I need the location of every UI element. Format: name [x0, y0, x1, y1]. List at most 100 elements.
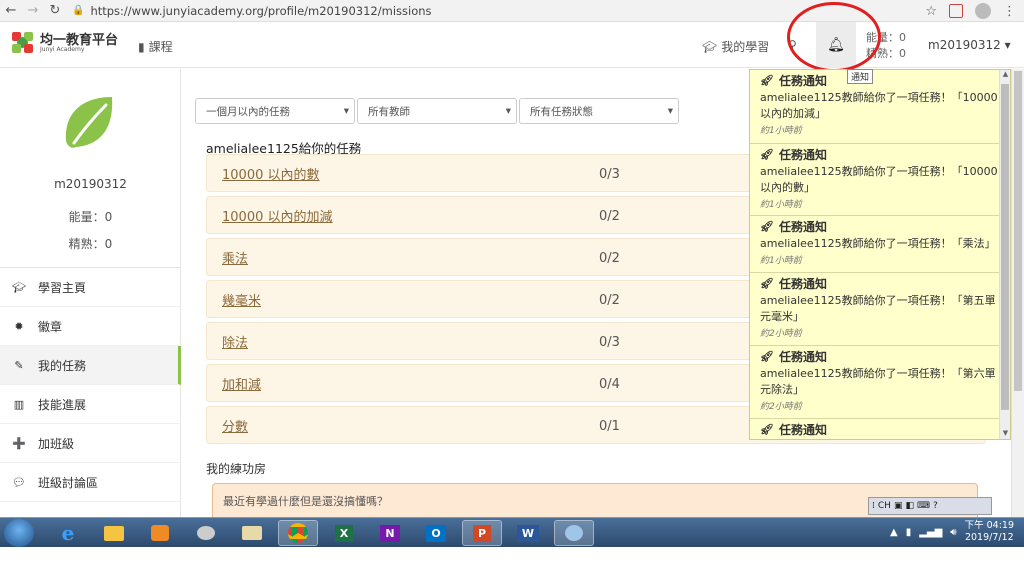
- notification-item[interactable]: 🚀︎ 任務通知 amelialee1125教師給你了一項任務！「10000以內的加…: [750, 70, 1010, 144]
- notification-item[interactable]: 🚀︎ 任務通知 amelialee1125教師給你了一項任務！「第五單元毫米」 約…: [750, 273, 1010, 346]
- outlook-icon[interactable]: O: [416, 520, 456, 546]
- rocket-icon: 🚀︎: [760, 350, 774, 363]
- excel-icon[interactable]: X: [324, 520, 364, 546]
- mission-progress: 0/4: [599, 377, 620, 392]
- word-icon[interactable]: W: [508, 520, 548, 546]
- user-menu[interactable]: m20190312 ▾: [928, 38, 1011, 52]
- system-clock[interactable]: 下午 04:19 2019/7/12: [965, 520, 1014, 544]
- course-link[interactable]: ▮ 課程: [138, 38, 173, 55]
- notification-time: 約1小時前: [760, 256, 802, 266]
- back-arrow-icon[interactable]: ←: [0, 0, 22, 22]
- ime-grip-icon: ⁞: [872, 501, 875, 511]
- extension-icon[interactable]: [949, 4, 963, 18]
- caret-down-icon: ▾: [1004, 38, 1011, 52]
- sidebar-item-skill-progress[interactable]: ▥ 技能進展: [0, 385, 181, 424]
- scroll-thumb[interactable]: [1001, 84, 1009, 410]
- notification-tooltip: 通知: [847, 69, 874, 84]
- bell-icon: 🔔︎: [827, 37, 845, 53]
- notification-item[interactable]: 🚀︎ 任務通知 amelialee1125教師給你了一項任務！「第六單元除法」 約…: [750, 346, 1010, 419]
- start-button-icon[interactable]: [4, 519, 34, 547]
- show-hidden-icons-icon[interactable]: ▲: [890, 527, 898, 538]
- status-filter-select[interactable]: 所有任務狀態 ▾: [519, 98, 679, 124]
- sidebar-item-label: 技能進展: [38, 397, 87, 412]
- sidebar-item-badges[interactable]: ✹ 徽章: [0, 307, 181, 346]
- menu-dots-icon[interactable]: ⋮: [1003, 4, 1016, 19]
- mission-link[interactable]: 10000 以內的加減: [222, 206, 333, 225]
- internet-explorer-icon[interactable]: e: [48, 520, 88, 546]
- notification-button[interactable]: 🔔︎: [816, 22, 856, 68]
- caret-down-icon: ▾: [667, 105, 673, 117]
- time-filter-select[interactable]: 一個月以內的任務 ▾: [195, 98, 355, 124]
- rocket-icon: 🚀︎: [760, 74, 774, 87]
- chrome-icon[interactable]: [278, 520, 318, 546]
- ime-help-icon[interactable]: ?: [933, 501, 938, 511]
- powerpoint-icon[interactable]: P: [462, 520, 502, 546]
- caret-down-icon: ▾: [343, 105, 349, 117]
- mission-link[interactable]: 幾毫米: [222, 290, 261, 309]
- file-explorer-icon[interactable]: [94, 520, 134, 546]
- practice-room-text: 最近有學過什麼但是還沒搞懂嗎？: [223, 495, 388, 508]
- page-scrollbar[interactable]: [1011, 69, 1024, 517]
- profile-energy: 能量：0: [68, 210, 113, 224]
- pencil-icon: ✎: [14, 358, 24, 372]
- logo-title: 均一教育平台: [40, 32, 119, 48]
- mission-progress: 0/2: [599, 251, 620, 266]
- folder-icon[interactable]: [232, 520, 272, 546]
- address-bar[interactable]: 🔒 https://www.junyiacademy.org/profile/m…: [72, 4, 432, 18]
- mission-link[interactable]: 分數: [222, 416, 248, 435]
- rocket-icon: 🚀︎: [760, 277, 774, 290]
- scroll-up-icon[interactable]: ▲: [1000, 70, 1010, 82]
- book-icon: ▮: [138, 39, 145, 54]
- teacher-filter-select[interactable]: 所有教師 ▾: [357, 98, 517, 124]
- notification-title: 任務通知: [778, 423, 827, 437]
- notification-time: 約2小時前: [760, 329, 802, 339]
- mission-progress: 0/2: [599, 293, 620, 308]
- sidebar-item-home[interactable]: 🎓︎ 學習主頁: [0, 268, 181, 307]
- notification-item[interactable]: 🚀︎ 任務通知 amelialee1125教師給你了一項任務！「10000以內的數…: [750, 144, 1010, 216]
- mission-link[interactable]: 乘法: [222, 248, 248, 267]
- junyi-logo[interactable]: 均一教育平台 Junyi Academy: [12, 32, 118, 54]
- sidebar-item-join-class[interactable]: ➕ 加班級: [0, 424, 181, 463]
- search-icon[interactable]: ⚲: [788, 38, 797, 52]
- media-player-icon[interactable]: [140, 520, 180, 546]
- ime-language[interactable]: CH: [878, 501, 891, 511]
- ime-keyboard-icon[interactable]: ⌨: [917, 501, 930, 511]
- bookmark-star-icon[interactable]: ☆: [925, 4, 937, 19]
- notification-scrollbar[interactable]: ▲ ▼: [999, 70, 1010, 439]
- chat-icon: 💬︎: [12, 475, 26, 489]
- onenote-icon[interactable]: N: [370, 520, 410, 546]
- ime-mode-icon[interactable]: ▣: [894, 501, 903, 511]
- lock-icon: 🔒: [72, 5, 85, 16]
- mission-link[interactable]: 除法: [222, 332, 248, 351]
- mission-progress: 0/1: [599, 419, 620, 434]
- ime-toolbar[interactable]: ⁞ CH ▣ ◧ ⌨ ?: [868, 497, 992, 515]
- notification-message: amelialee1125教師給你了一項任務！「10000以內的加減」: [760, 91, 998, 120]
- notification-item[interactable]: 🚀︎ 任務通知 amelialee1125教師給你了一項任務！「乘法」 約1小時前: [750, 216, 1010, 273]
- my-learning-link[interactable]: 🎓︎ 我的學習: [702, 38, 769, 55]
- mission-link[interactable]: 加和減: [222, 374, 261, 393]
- letterbox-area: [0, 547, 1024, 576]
- ime-width-icon[interactable]: ◧: [905, 501, 914, 511]
- sidebar-item-my-missions[interactable]: ✎ 我的任務: [0, 346, 181, 385]
- volume-icon[interactable]: 🔊︎: [950, 527, 956, 538]
- mission-filters: 一個月以內的任務 ▾ 所有教師 ▾ 所有任務狀態 ▾: [195, 98, 679, 124]
- scroll-down-icon[interactable]: ▼: [1000, 429, 1010, 439]
- mission-link[interactable]: 10000 以內的數: [222, 164, 320, 183]
- points-summary: 能量：0 精熟：0: [866, 30, 906, 62]
- network-icon[interactable]: ▮: [906, 527, 912, 538]
- notification-message: amelialee1125教師給你了一項任務！「乘法」: [760, 237, 996, 250]
- forward-arrow-icon[interactable]: →: [22, 0, 44, 22]
- disk-utility-icon[interactable]: [186, 520, 226, 546]
- paint-icon[interactable]: [554, 520, 594, 546]
- notification-title: 任務通知: [778, 74, 827, 88]
- signal-icon[interactable]: ▂▄▆: [919, 527, 942, 538]
- page-scroll-thumb[interactable]: [1014, 71, 1022, 391]
- notification-title: 任務通知: [778, 148, 827, 162]
- notification-message: amelialee1125教師給你了一項任務！「10000以內的數」: [760, 165, 998, 194]
- reload-icon[interactable]: ↻: [44, 0, 66, 22]
- my-learning-label: 我的學習: [721, 40, 770, 54]
- sidebar-item-class-forum[interactable]: 💬︎ 班級討論區: [0, 463, 181, 502]
- notification-item[interactable]: 🚀︎ 任務通知: [750, 419, 1010, 439]
- profile-icon[interactable]: [975, 3, 991, 19]
- energy-points: 能量：0: [866, 31, 906, 44]
